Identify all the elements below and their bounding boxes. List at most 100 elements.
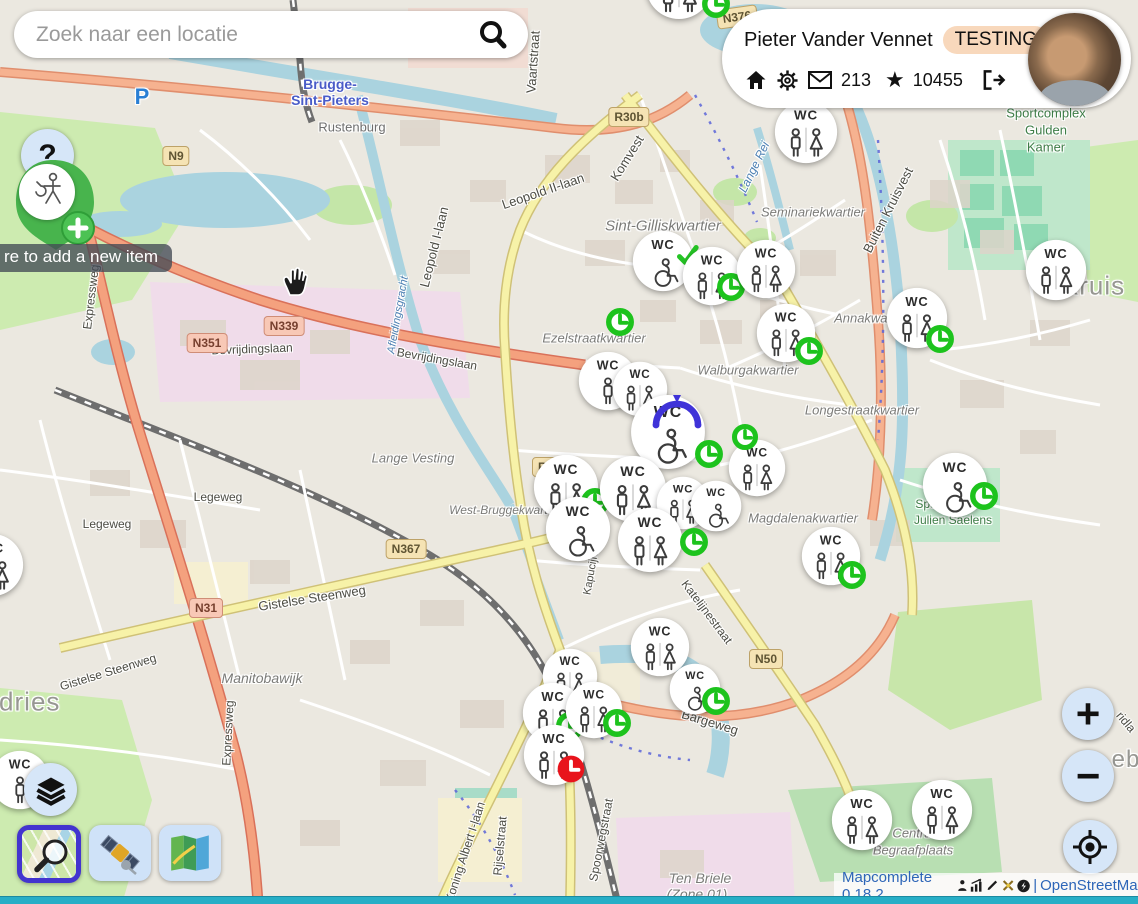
map-label: Ezelstraatkwartier <box>542 331 645 346</box>
map-label: Lange Rei <box>736 139 773 194</box>
statistics-icon[interactable] <box>957 878 968 893</box>
map-label: Leopold II-laan <box>500 170 586 212</box>
svg-text:WC: WC <box>554 462 579 477</box>
svg-text:WC: WC <box>9 757 32 771</box>
search-bar <box>14 11 528 58</box>
map-label: Magdalenakwartier <box>748 511 858 526</box>
svg-text:WC: WC <box>706 487 725 499</box>
tools-icon[interactable] <box>1002 878 1014 893</box>
map-label: Bevrijdingslaan <box>211 341 293 358</box>
star-icon: ★ <box>885 67 905 93</box>
map-label: Gistelse Steenweg <box>257 582 366 614</box>
toilet-marker[interactable]: WC <box>886 287 948 349</box>
search-icon <box>476 18 510 52</box>
home-icon[interactable] <box>744 68 768 92</box>
zoom-out-button[interactable]: − <box>1062 750 1114 802</box>
road-ref-badge: N31 <box>189 598 223 618</box>
search-input[interactable] <box>34 22 470 48</box>
toilet-marker[interactable]: WC <box>645 0 713 20</box>
map-label: Legeweg <box>83 517 132 531</box>
svg-text:WC: WC <box>850 796 873 811</box>
map-label: Afleidingsgracht <box>385 275 410 354</box>
svg-text:WC: WC <box>651 237 674 252</box>
toilet-marker[interactable]: WC <box>682 246 742 306</box>
style-carto-button[interactable] <box>17 825 81 883</box>
svg-text:WC: WC <box>542 731 565 746</box>
svg-text:WC: WC <box>930 786 953 801</box>
geolocate-button[interactable] <box>1063 820 1117 874</box>
chart-icon[interactable] <box>970 878 983 893</box>
toilet-marker[interactable]: WC <box>669 663 721 715</box>
geolocate-icon <box>1072 829 1108 865</box>
toilet-marker[interactable]: WC <box>545 496 611 562</box>
toilet-marker[interactable]: WC <box>690 480 742 532</box>
background-style-row <box>17 825 221 883</box>
osm-link[interactable]: OpenStreetMap <box>1040 877 1138 894</box>
toilet-marker[interactable]: WC <box>756 303 816 363</box>
svg-text:WC: WC <box>560 655 581 668</box>
map-app: Brugge-Sint-PietersRustenburgPVaartstraa… <box>0 0 1138 904</box>
toilet-marker[interactable]: WC <box>911 779 973 841</box>
toilet-marker[interactable]: WC <box>801 526 861 586</box>
search-button[interactable] <box>470 17 516 53</box>
svg-text:WC: WC <box>541 689 564 704</box>
map-label: Komvest <box>607 133 647 184</box>
svg-text:WC: WC <box>701 253 724 267</box>
satellite-icon <box>97 830 143 876</box>
layers-icon <box>34 773 68 807</box>
map-label: ndries <box>0 687 60 718</box>
toilet-marker[interactable]: WC <box>736 239 796 299</box>
svg-text:WC: WC <box>630 368 651 381</box>
svg-text:WC: WC <box>685 670 704 682</box>
map-label: Expressweg <box>80 264 102 331</box>
map-overlay: Brugge-Sint-PietersRustenburgPVaartstraa… <box>0 0 1138 904</box>
svg-text:WC: WC <box>0 541 4 556</box>
attribution-separator: | <box>1033 877 1037 894</box>
map-label: Koning Albert I-laan <box>442 800 488 904</box>
svg-text:WC: WC <box>638 515 663 530</box>
community-icon[interactable] <box>1017 878 1030 894</box>
map-label: Sint-Pieters <box>291 92 369 108</box>
toilet-marker[interactable]: WC <box>1025 239 1087 301</box>
svg-text:WC: WC <box>943 460 968 475</box>
toilet-marker[interactable]: WC <box>774 100 838 164</box>
zoom-in-button[interactable]: + <box>1062 688 1114 740</box>
map-label: Lange Vesting <box>372 451 455 466</box>
svg-text:WC: WC <box>583 688 605 702</box>
gear-icon[interactable] <box>776 69 799 92</box>
toilet-marker[interactable]: WC <box>922 452 988 518</box>
direction-arc-marker <box>649 389 705 431</box>
toilet-marker[interactable]: WC <box>0 533 24 597</box>
logout-icon[interactable] <box>981 69 1006 91</box>
avatar[interactable] <box>1028 13 1121 106</box>
toilet-marker[interactable]: WC <box>523 724 585 786</box>
magnifier-icon <box>33 836 73 876</box>
map-label: P <box>135 84 150 110</box>
layers-button[interactable] <box>24 763 77 816</box>
map-label: Walburgakwartier <box>698 363 799 378</box>
svg-text:WC: WC <box>755 246 778 260</box>
style-map-button[interactable] <box>159 825 221 881</box>
edit-icon[interactable] <box>986 878 998 893</box>
road-ref-badge: R30b <box>608 107 649 127</box>
map-label: eb <box>1112 746 1138 774</box>
toilet-marker[interactable]: WC <box>617 507 683 573</box>
attribution-bar: Mapcomplete 0.18.2 | OpenStreetMap <box>834 873 1138 898</box>
map-label: Longestraatkwartier <box>805 403 919 418</box>
map-label: Spoorwegstraat <box>586 797 616 882</box>
theme-color-bar <box>0 896 1138 904</box>
user-name: Pieter Vander Vennet <box>744 29 933 52</box>
style-satellite-button[interactable] <box>89 825 151 881</box>
road-ref-badge: N339 <box>264 316 305 336</box>
road-ref-badge: N50 <box>749 649 783 669</box>
messages-icon[interactable] <box>807 69 833 91</box>
map-label: Manitobawijk <box>222 670 303 686</box>
add-item-pin[interactable] <box>8 152 108 257</box>
message-count: 213 <box>841 70 871 91</box>
map-label: Gistelse Steenweg <box>58 651 158 694</box>
road-ref-badge: N9 <box>162 146 189 166</box>
map-label: Legeweg <box>194 490 243 504</box>
toilet-marker[interactable]: WC <box>831 789 893 851</box>
svg-text:WC: WC <box>620 464 645 480</box>
map-label: Leopold I-laan <box>417 205 451 289</box>
